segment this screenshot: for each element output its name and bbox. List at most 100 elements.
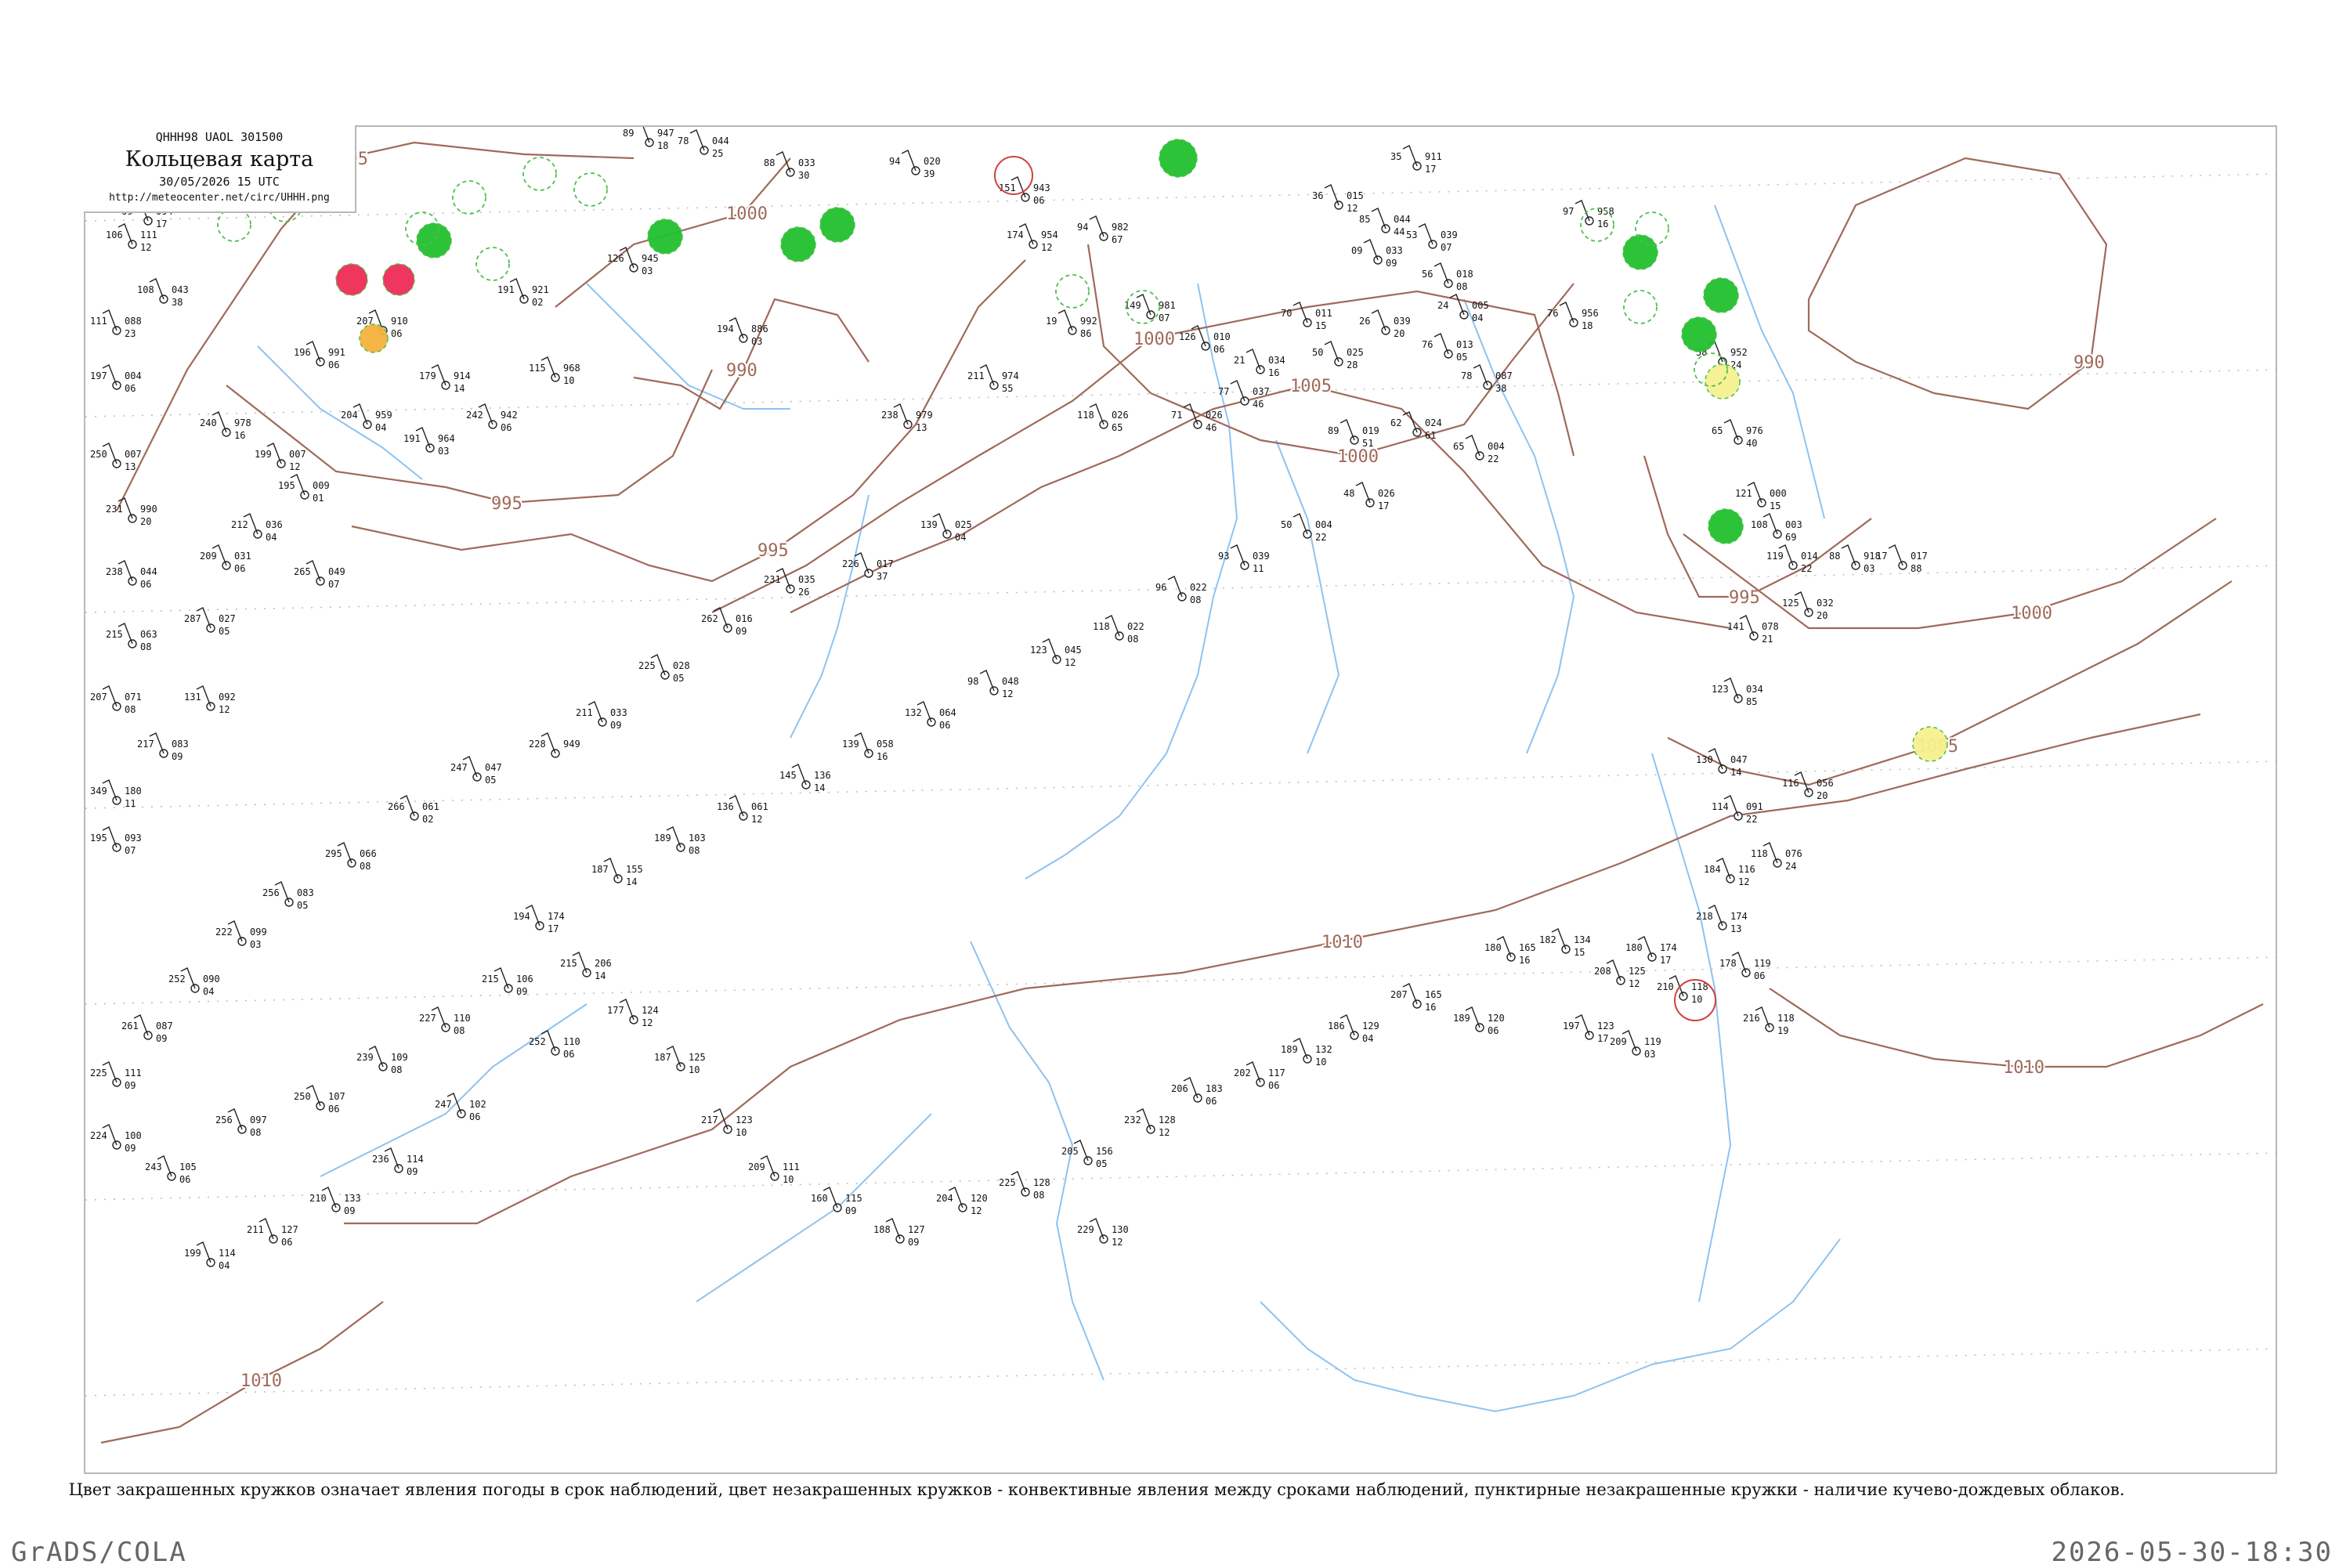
station-plot[interactable]: 225 111 09 — [90, 1061, 142, 1091]
station-plot[interactable]: 65 976 40 — [1712, 419, 1763, 449]
station-plot[interactable]: 136 061 12 — [717, 795, 768, 825]
station-plot[interactable]: 225 028 05 — [638, 654, 690, 684]
station-plot[interactable]: 139 05816 — [842, 732, 894, 762]
station-plot[interactable]: 238 044 06 — [106, 560, 157, 590]
station-plot[interactable]: 65 00422 — [1453, 435, 1505, 464]
cumulonimbus-circle[interactable] — [475, 247, 510, 281]
station-plot[interactable]: 187 15514 — [591, 858, 643, 887]
station-plot[interactable]: 186 129 04 — [1328, 1014, 1379, 1044]
station-plot[interactable]: 239 10908 — [356, 1046, 408, 1075]
station-plot[interactable]: 231 99020 — [106, 497, 157, 527]
station-plot[interactable]: 196 99106 — [294, 341, 345, 370]
station-plot[interactable]: 89 94718 — [623, 127, 674, 151]
station-plot[interactable]: 217 08309 — [137, 732, 189, 762]
station-plot[interactable]: 256 083 05 — [262, 881, 314, 911]
cumulonimbus-circle[interactable] — [1055, 274, 1090, 309]
haze-circle[interactable] — [1705, 363, 1741, 399]
station-plot[interactable]: 349 18011 — [90, 779, 142, 809]
rain-circle[interactable] — [416, 222, 452, 258]
station-plot[interactable]: 09 033 09 — [1351, 239, 1403, 269]
station-plot[interactable]: 132 064 06 — [905, 701, 956, 731]
station-plot[interactable]: 266 061 02 — [388, 795, 439, 825]
station-plot[interactable]: 207 07108 — [90, 685, 142, 715]
station-plot[interactable]: 188 127 09 — [873, 1218, 925, 1248]
station-plot[interactable]: 62 024 61 — [1390, 411, 1442, 441]
station-plot[interactable]: 141 078 21 — [1727, 615, 1779, 645]
station-plot[interactable]: 184 11612 — [1704, 858, 1755, 887]
station-plot[interactable]: 265 049 07 — [294, 560, 345, 590]
station-plot[interactable]: 108 003 69 — [1751, 513, 1802, 543]
station-plot[interactable]: 94 98267 — [1077, 215, 1129, 245]
station-plot[interactable]: 211 127 06 — [247, 1218, 298, 1248]
station-plot[interactable]: 295 066 08 — [325, 842, 377, 872]
station-plot[interactable]: 261 087 09 — [121, 1014, 173, 1044]
station-plot[interactable]: 225 128 08 — [999, 1171, 1050, 1201]
station-plot[interactable]: 125 03220 — [1782, 591, 1834, 621]
station-plot[interactable]: 247 10206 — [435, 1093, 486, 1122]
station-plot[interactable]: 96 02208 — [1155, 576, 1207, 605]
station-plot[interactable]: 56 01808 — [1422, 262, 1473, 292]
station-plot[interactable]: 256 097 08 — [215, 1108, 267, 1138]
station-plot[interactable]: 207 165 16 — [1390, 983, 1442, 1013]
station-plot[interactable]: 243 105 06 — [145, 1155, 197, 1185]
station-plot[interactable]: 179 914 14 — [419, 364, 471, 394]
station-plot[interactable]: 209 119 03 — [1610, 1030, 1661, 1060]
station-plot[interactable]: 209 111 10 — [748, 1155, 800, 1185]
station-plot[interactable]: 26 03920 — [1359, 309, 1411, 339]
station-plot[interactable]: 187 12510 — [654, 1046, 706, 1075]
station-plot[interactable]: 209 03106 — [200, 544, 251, 574]
station-plot[interactable]: 211 974 55 — [967, 364, 1019, 394]
station-plot[interactable]: 108 043 38 — [137, 278, 189, 308]
station-plot[interactable]: 48 02617 — [1343, 482, 1395, 511]
station-plot[interactable]: 78 044 25 — [678, 129, 729, 159]
station-plot[interactable]: 224 100 09 — [90, 1124, 142, 1154]
station-plot[interactable]: 98 04812 — [967, 670, 1019, 699]
dust-circle[interactable] — [359, 323, 389, 353]
station-plot[interactable]: 119 01422 — [1766, 544, 1818, 574]
station-plot[interactable]: 180 174 17 — [1625, 936, 1677, 966]
station-plot[interactable]: 53 039 07 — [1406, 223, 1458, 253]
station-plot[interactable]: 121 00015 — [1735, 482, 1787, 511]
cumulonimbus-circle[interactable] — [217, 208, 251, 242]
rain-circle[interactable] — [780, 226, 816, 262]
station-plot[interactable]: 194 886 03 — [717, 317, 768, 347]
rain-circle[interactable] — [1703, 277, 1739, 313]
station-plot[interactable]: 262 016 09 — [701, 607, 753, 637]
station-plot[interactable]: 252 09004 — [168, 967, 220, 997]
station-plot[interactable]: 247 047 05 — [450, 756, 502, 786]
station-plot[interactable]: 189 132 10 — [1281, 1038, 1332, 1068]
station-plot[interactable]: 195 09307 — [90, 826, 142, 856]
station-plot[interactable]: 228 949 — [529, 732, 580, 758]
station-plot[interactable]: 232 128 12 — [1124, 1108, 1176, 1138]
station-plot[interactable]: 199 11404 — [184, 1241, 236, 1271]
station-plot[interactable]: 217 123 10 — [701, 1108, 753, 1138]
cumulonimbus-circle[interactable] — [522, 157, 557, 191]
station-plot[interactable]: 97 95816 — [1563, 200, 1614, 229]
rain-circle[interactable] — [1708, 508, 1744, 544]
thunderstorm-circle[interactable] — [335, 263, 368, 296]
station-plot[interactable]: 131 09212 — [184, 685, 236, 715]
station-plot[interactable]: 35 911 17 — [1390, 145, 1442, 175]
station-plot[interactable]: 191 964 03 — [403, 427, 455, 457]
station-plot[interactable]: 252 110 06 — [529, 1030, 580, 1060]
station-plot[interactable]: 118 076 24 — [1751, 842, 1802, 872]
station-plot[interactable]: 88 91803 — [1829, 544, 1881, 574]
station-plot[interactable]: 229 130 12 — [1077, 1218, 1129, 1248]
station-plot[interactable]: 177 12412 — [607, 999, 659, 1028]
station-plot[interactable]: 236 11409 — [372, 1147, 424, 1177]
station-plot[interactable]: 88 033 30 — [764, 151, 815, 181]
cumulonimbus-circle[interactable] — [573, 172, 608, 207]
station-plot[interactable]: 287 027 05 — [184, 607, 236, 637]
station-plot[interactable]: 139 025 04 — [920, 513, 972, 543]
station-plot[interactable]: 211 033 09 — [576, 701, 627, 731]
station-plot[interactable]: 116 05620 — [1782, 771, 1834, 801]
station-plot[interactable]: 242 94206 — [466, 403, 518, 433]
station-plot[interactable]: 227 11008 — [419, 1006, 471, 1036]
station-plot[interactable]: 197 123 17 — [1563, 1014, 1614, 1044]
station-plot[interactable]: 17 01788 — [1876, 544, 1928, 574]
station-plot[interactable]: 118 022 08 — [1093, 615, 1144, 645]
station-plot[interactable]: 206 183 06 — [1171, 1077, 1223, 1107]
station-plot[interactable]: 93 03911 — [1218, 544, 1270, 574]
station-plot[interactable]: 210 13309 — [309, 1187, 361, 1216]
station-plot[interactable]: 76 013 05 — [1422, 333, 1473, 363]
